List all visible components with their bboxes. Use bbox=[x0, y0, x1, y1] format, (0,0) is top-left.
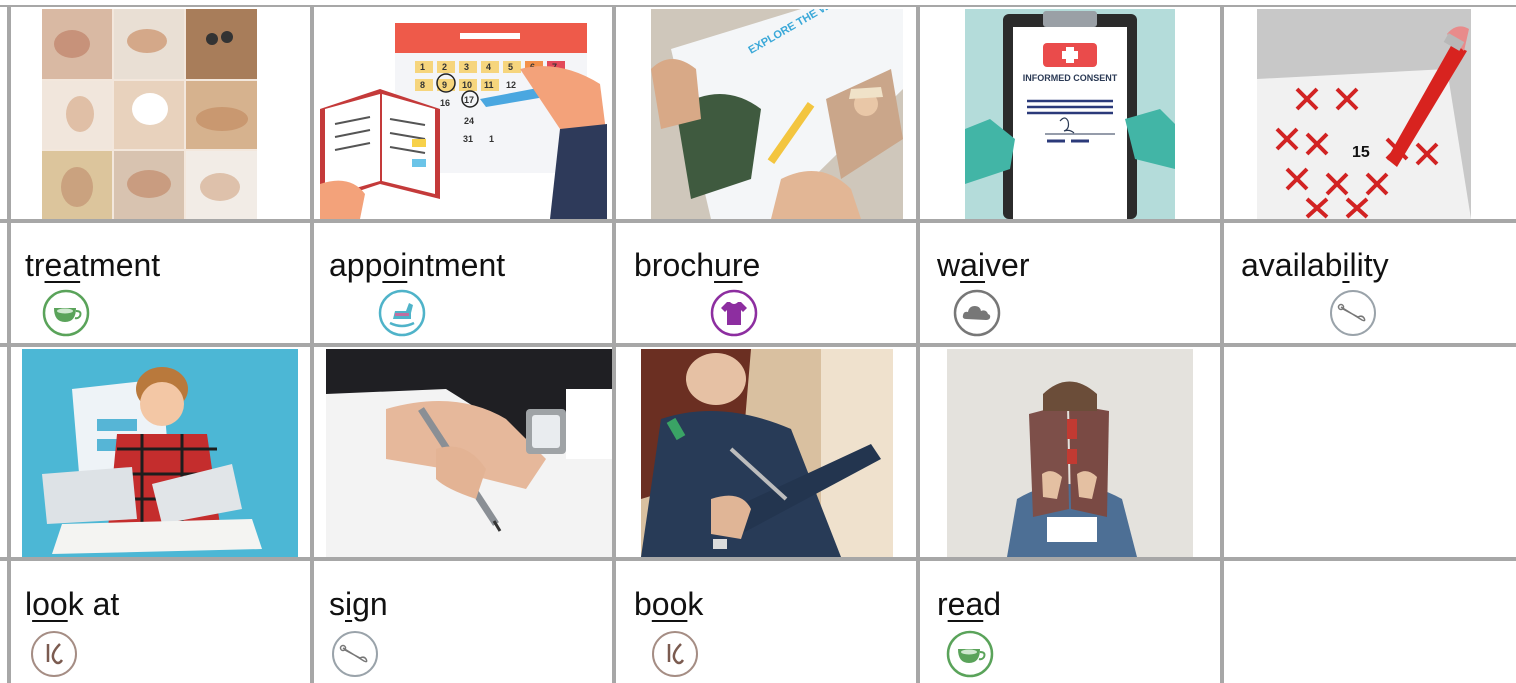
word-brochure: brochure bbox=[634, 247, 761, 283]
svg-text:2: 2 bbox=[442, 62, 447, 72]
teacup-icon bbox=[946, 630, 994, 678]
row-divider bbox=[0, 219, 1516, 223]
tshirt-icon bbox=[710, 289, 758, 337]
brochure-image: EXPLORE THE WORLD bbox=[651, 9, 903, 219]
word-read: read bbox=[937, 586, 1002, 622]
svg-text:1: 1 bbox=[420, 62, 425, 72]
svg-text:31: 31 bbox=[463, 134, 473, 144]
row-divider bbox=[0, 557, 1516, 561]
word-look-at: look at bbox=[25, 586, 120, 622]
col-divider bbox=[7, 5, 11, 683]
row-divider bbox=[0, 343, 1516, 347]
svg-text:11: 11 bbox=[484, 80, 494, 90]
vowel-sound-highlight: oi bbox=[382, 247, 408, 283]
svg-text:1: 1 bbox=[489, 134, 494, 144]
look-at-image bbox=[22, 349, 298, 557]
col-divider bbox=[310, 5, 314, 683]
svg-text:16: 16 bbox=[440, 98, 450, 108]
svg-text:9: 9 bbox=[442, 80, 447, 90]
hook-icon bbox=[31, 631, 77, 677]
vowel-sound-highlight: oo bbox=[32, 586, 68, 622]
svg-text:10: 10 bbox=[462, 80, 472, 90]
vowel-sound-highlight: ai bbox=[960, 247, 986, 283]
treatment-image bbox=[42, 9, 257, 219]
svg-text:17: 17 bbox=[464, 95, 474, 105]
col-divider bbox=[1220, 5, 1224, 683]
svg-text:8: 8 bbox=[420, 80, 425, 90]
svg-text:12: 12 bbox=[506, 80, 516, 90]
appointment-image: 1 2 3 4 5 6 7 8 9 10 11 12 16 17 24 311 bbox=[320, 9, 607, 219]
word-treatment: treatment bbox=[25, 247, 161, 283]
safety-pin-icon bbox=[1330, 290, 1376, 336]
top-border bbox=[0, 5, 1516, 7]
rocking-horse-icon bbox=[378, 289, 426, 337]
svg-text:5: 5 bbox=[508, 62, 513, 72]
col-divider bbox=[612, 5, 616, 683]
consent-title: INFORMED CONSENT bbox=[1023, 73, 1118, 83]
vowel-sound-highlight: ea bbox=[947, 586, 984, 622]
teacup-icon bbox=[42, 289, 90, 337]
waiver-image: INFORMED CONSENT bbox=[965, 9, 1175, 219]
vowel-sound-highlight: ur bbox=[714, 247, 743, 283]
svg-text:15: 15 bbox=[1352, 144, 1370, 161]
word-availability: availability bbox=[1241, 247, 1389, 283]
col-divider bbox=[916, 5, 920, 683]
hook-icon bbox=[652, 631, 698, 677]
vocabulary-table: 1 2 3 4 5 6 7 8 9 10 11 12 16 17 24 311 bbox=[0, 0, 1516, 683]
safety-pin-icon bbox=[332, 631, 378, 677]
svg-text:4: 4 bbox=[486, 62, 491, 72]
cloud-icon bbox=[953, 289, 1001, 337]
word-book: book bbox=[634, 586, 704, 622]
svg-text:3: 3 bbox=[464, 62, 469, 72]
read-image bbox=[947, 349, 1193, 557]
word-waiver: waiver bbox=[937, 247, 1030, 283]
svg-text:24: 24 bbox=[464, 116, 474, 126]
sign-image bbox=[326, 349, 612, 557]
word-sign: sign bbox=[329, 586, 388, 622]
book-image bbox=[641, 349, 893, 557]
vowel-sound-highlight: i bbox=[1342, 247, 1350, 283]
word-appointment: appointment bbox=[329, 247, 506, 283]
vowel-sound-highlight: ea bbox=[44, 247, 81, 283]
availability-image: 15 bbox=[1257, 9, 1471, 219]
vowel-sound-highlight: oo bbox=[651, 586, 688, 622]
